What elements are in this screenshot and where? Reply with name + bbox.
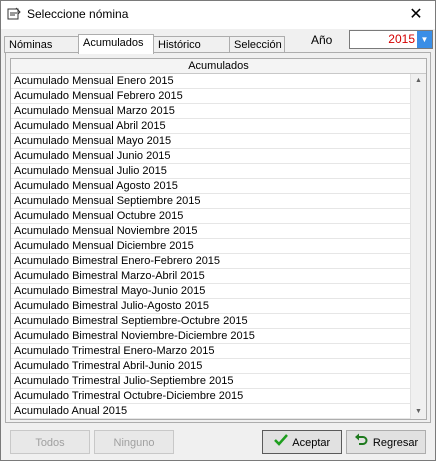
tab-label: Histórico (158, 39, 201, 51)
back-label: Regresar (372, 437, 419, 449)
list-item[interactable]: Acumulado Trimestral Abril-Junio 2015 (11, 359, 410, 374)
tab-seleccion[interactable]: Selección (229, 36, 285, 53)
list-item[interactable]: Acumulado Bimestral Enero-Febrero 2015 (11, 254, 410, 269)
column-header: Acumulados (11, 59, 426, 74)
undo-arrow-icon (354, 431, 368, 455)
tab-nominas[interactable]: Nóminas (4, 36, 80, 53)
list-item[interactable]: Acumulado Mensual Mayo 2015 (11, 134, 410, 149)
list-item[interactable]: Acumulado Mensual Septiembre 2015 (11, 194, 410, 209)
list-rows: Acumulado Mensual Enero 2015 Acumulado Me… (11, 74, 410, 419)
list-item[interactable]: Acumulado Mensual Julio 2015 (11, 164, 410, 179)
tab-label: Acumulados (83, 37, 144, 49)
tab-label: Selección (234, 39, 282, 51)
title-bar[interactable]: Seleccione nómina ✕ (1, 1, 435, 29)
tab-historico[interactable]: Histórico (153, 36, 231, 53)
accept-label: Aceptar (292, 437, 331, 449)
chevron-down-icon[interactable]: ▼ (417, 31, 432, 48)
list-item[interactable]: Acumulado Trimestral Enero-Marzo 2015 (11, 344, 410, 359)
scroll-down-icon[interactable]: ▼ (411, 405, 426, 419)
accept-button[interactable]: Aceptar (262, 430, 342, 454)
list-item[interactable]: Acumulado Mensual Abril 2015 (11, 119, 410, 134)
list-item[interactable]: Acumulado Trimestral Julio-Septiembre 20… (11, 374, 410, 389)
scroll-up-icon[interactable]: ▲ (411, 74, 426, 88)
list-item[interactable]: Acumulado Mensual Febrero 2015 (11, 89, 410, 104)
tab-label: Nóminas (9, 39, 53, 51)
list-item[interactable]: Acumulado Mensual Noviembre 2015 (11, 224, 410, 239)
close-icon[interactable]: ✕ (403, 4, 429, 26)
tab-panel-acumulados: Acumulados Acumulado Mensual Enero 2015 A… (5, 52, 431, 423)
list-item[interactable]: Acumulado Mensual Octubre 2015 (11, 209, 410, 224)
list-item[interactable]: Acumulado Mensual Agosto 2015 (11, 179, 410, 194)
select-none-label: Ninguno (113, 437, 155, 449)
back-button[interactable]: Regresar (346, 430, 426, 454)
year-label: Año (311, 33, 333, 47)
select-none-button[interactable]: Ninguno (94, 430, 174, 454)
list-item[interactable]: Acumulado Bimestral Septiembre-Octubre 2… (11, 314, 410, 329)
checkmark-icon (273, 431, 288, 455)
accumulated-list: Acumulados Acumulado Mensual Enero 2015 A… (10, 58, 427, 420)
tab-acumulados[interactable]: Acumulados (78, 34, 154, 54)
dialog-window: Seleccione nómina ✕ Nóminas Acumulados H… (0, 0, 436, 461)
year-value: 2015 (388, 32, 415, 46)
list-item[interactable]: Acumulado Mensual Diciembre 2015 (11, 239, 410, 254)
list-item[interactable]: Acumulado Mensual Enero 2015 (11, 74, 410, 89)
app-window-icon (7, 7, 21, 21)
list-item[interactable]: Acumulado Bimestral Julio-Agosto 2015 (11, 299, 410, 314)
list-item[interactable]: Acumulado Bimestral Marzo-Abril 2015 (11, 269, 410, 284)
select-all-label: Todos (35, 437, 65, 449)
list-item[interactable]: Acumulado Anual 2015 (11, 404, 410, 419)
list-item[interactable]: Acumulado Bimestral Mayo-Junio 2015 (11, 284, 410, 299)
list-item[interactable]: Acumulado Trimestral Octubre-Diciembre 2… (11, 389, 410, 404)
select-all-button[interactable]: Todos (10, 430, 90, 454)
list-item[interactable]: Acumulado Bimestral Noviembre-Diciembre … (11, 329, 410, 344)
list-item[interactable]: Acumulado Mensual Junio 2015 (11, 149, 410, 164)
year-dropdown[interactable]: 2015 ▼ (349, 30, 433, 49)
list-item[interactable]: Acumulado Mensual Marzo 2015 (11, 104, 410, 119)
window-title: Seleccione nómina (27, 7, 129, 21)
vertical-scrollbar[interactable]: ▲ ▼ (410, 74, 426, 419)
